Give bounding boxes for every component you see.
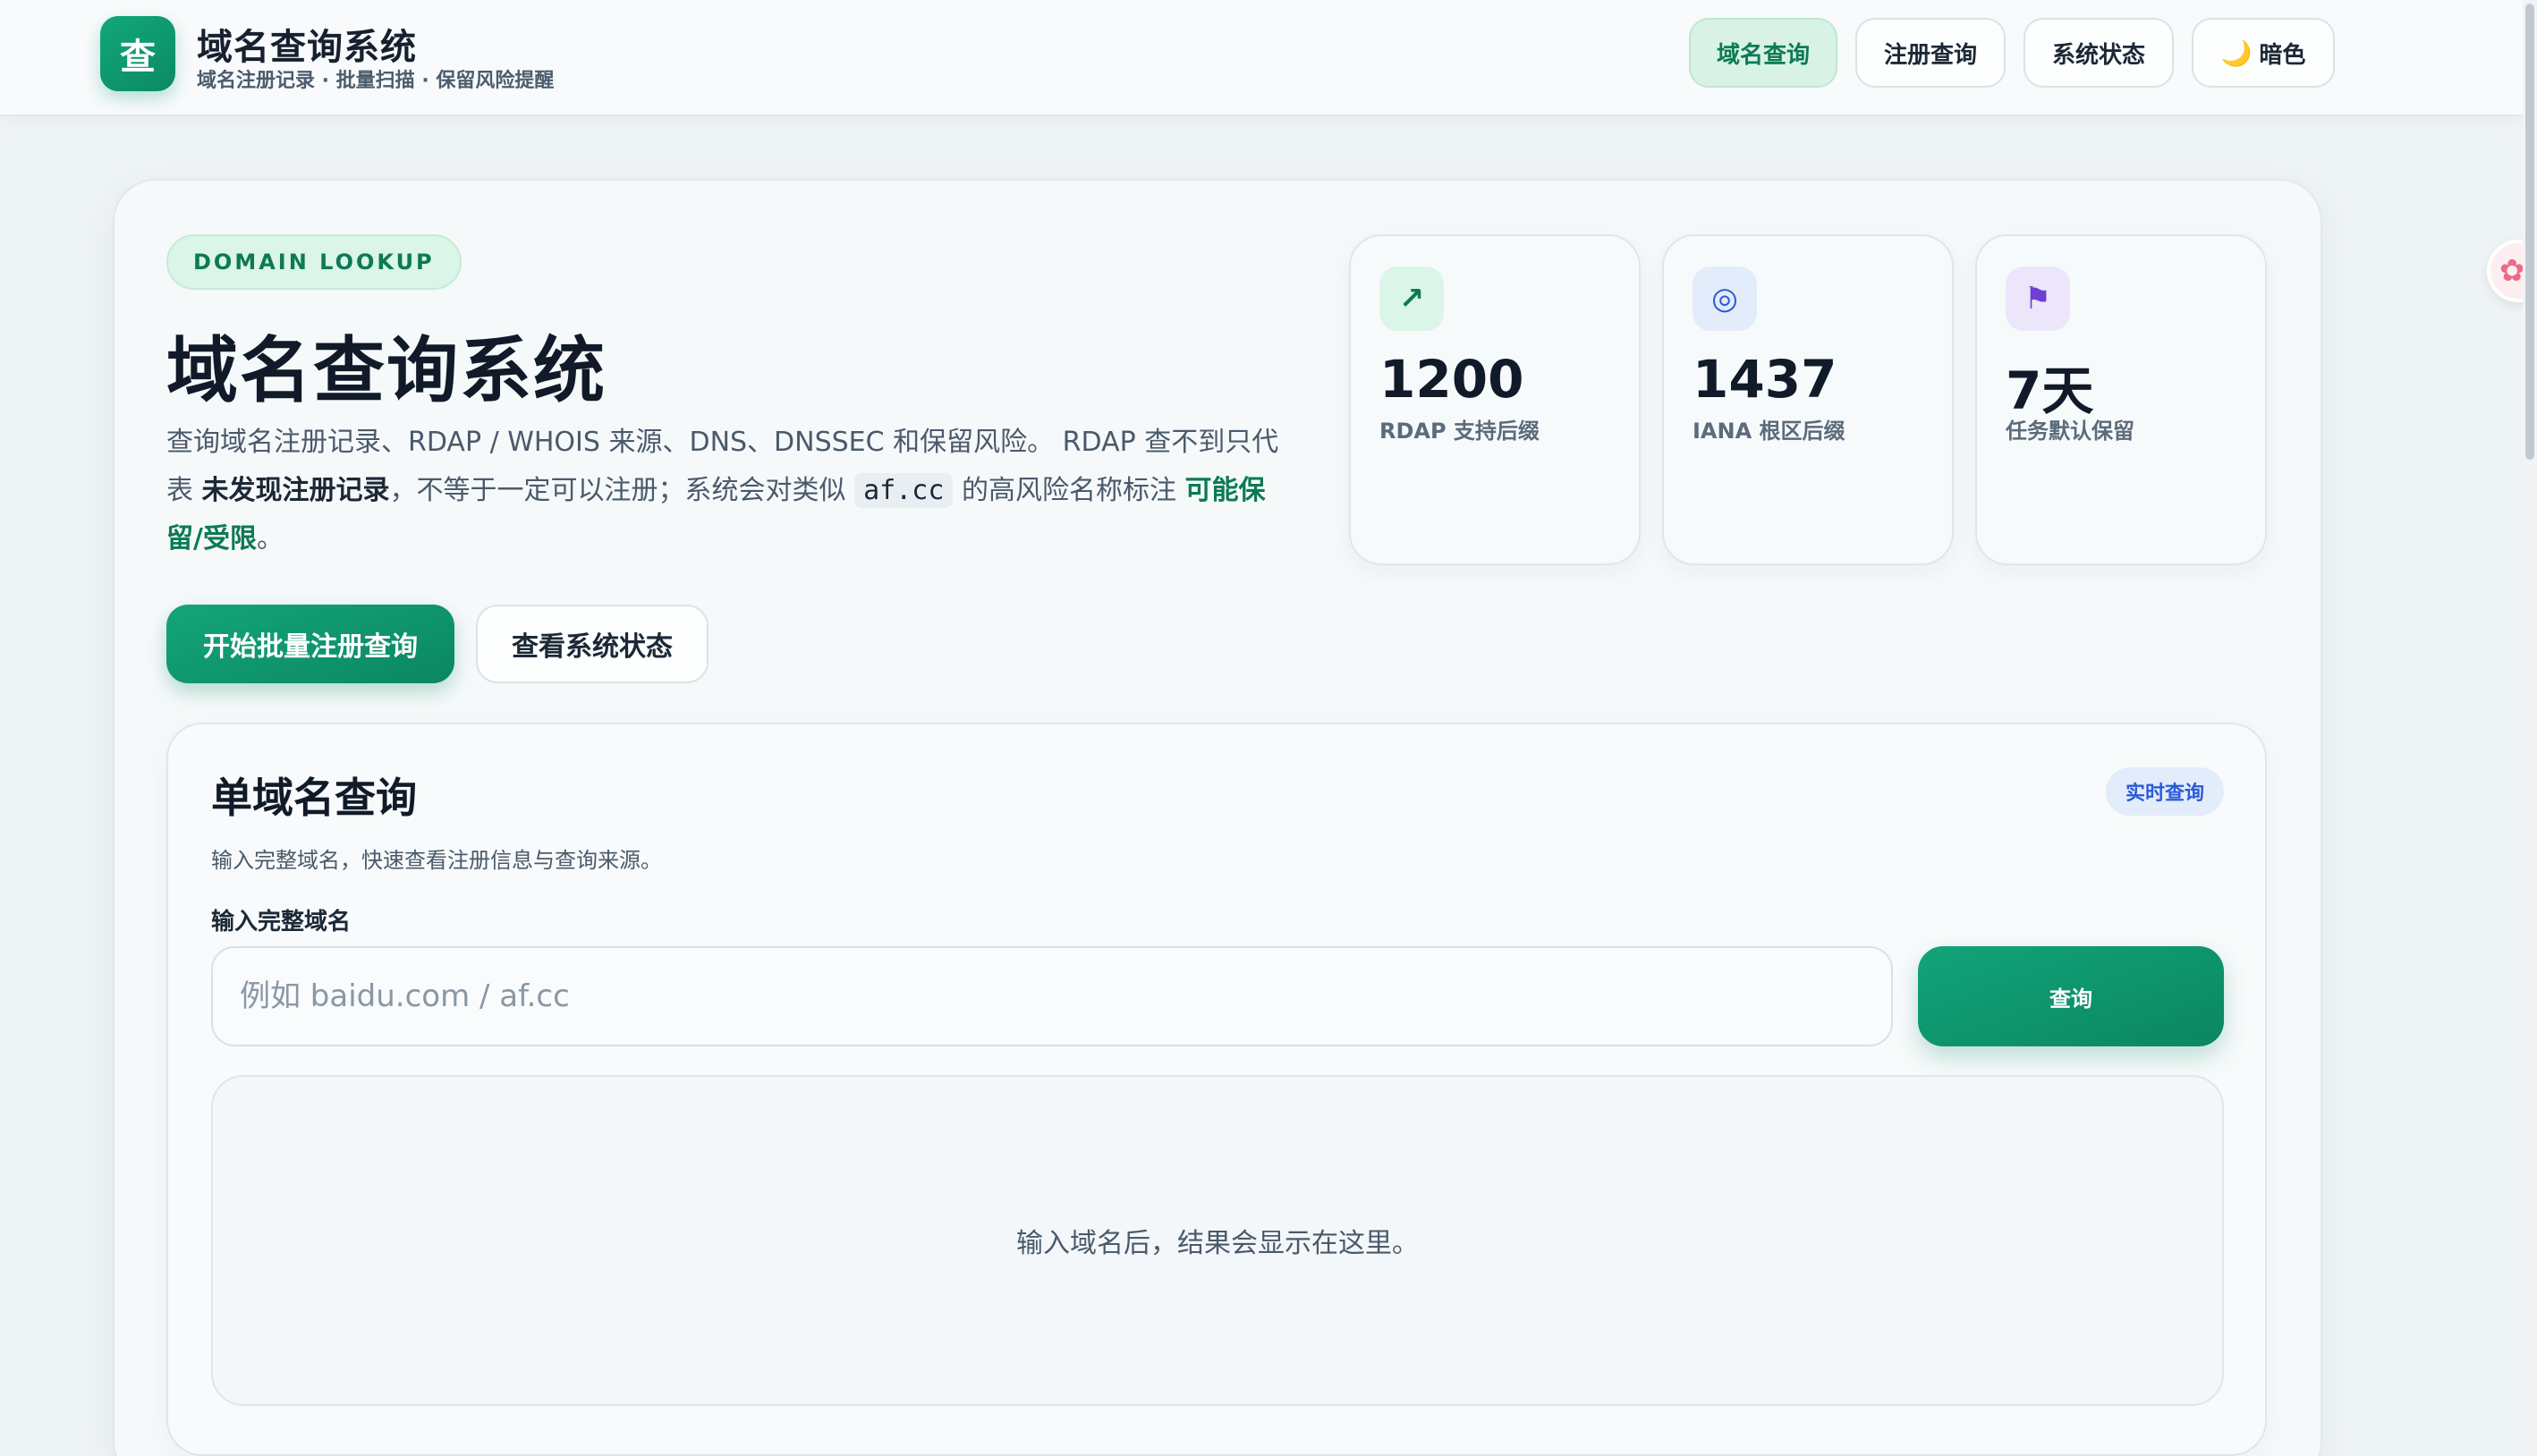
stat-label: 任务默认保留 (2006, 419, 2134, 444)
query-button[interactable]: 查询 (1918, 946, 2224, 1046)
top-bar: 查 域名查询系统 域名注册记录 · 批量扫描 · 保留风险提醒 域名查询 注册查… (0, 0, 2523, 116)
nav-label: 注册查询 (1883, 41, 1977, 69)
stat-label: IANA 根区后缀 (1693, 419, 1845, 444)
desc-code: af.cc (854, 473, 954, 508)
nav-label: 域名查询 (1716, 41, 1810, 69)
panel-title: 单域名查询 (211, 774, 417, 822)
domain-input[interactable] (211, 946, 1893, 1046)
desc-strong: 未发现注册记录 (201, 475, 390, 506)
stat-card-retention: ⚑ 7天 任务默认保留 (1975, 234, 2267, 565)
realtime-badge: 实时查询 (2106, 767, 2224, 816)
nav-label: 系统状态 (2051, 41, 2145, 69)
brand-title: 域名查询系统 (197, 27, 417, 68)
panel-description: 输入完整域名，快速查看注册信息与查询来源。 (211, 848, 662, 873)
stat-value: 1200 (1379, 349, 1524, 410)
nav-domain-lookup[interactable]: 域名查询 (1689, 18, 1837, 88)
stat-value: 1437 (1693, 349, 1837, 410)
desc-text: 。 (256, 523, 284, 554)
app-root: 查 域名查询系统 域名注册记录 · 批量扫描 · 保留风险提醒 域名查询 注册查… (0, 0, 2537, 1456)
scrollbar-thumb[interactable] (2525, 4, 2534, 460)
page-title: 域名查询系统 (166, 329, 607, 412)
domain-field-label: 输入完整域名 (211, 909, 352, 935)
domain-lookup-pill: DOMAIN LOOKUP (166, 234, 462, 290)
stat-card-rdap: ↗ 1200 RDAP 支持后缀 (1349, 234, 1641, 565)
view-status-button[interactable]: 查看系统状态 (476, 605, 708, 683)
moon-icon: 🌙 (2220, 38, 2253, 68)
nav-label: 暗色 (2259, 41, 2306, 69)
stat-card-iana: ◎ 1437 IANA 根区后缀 (1662, 234, 1954, 565)
nav-system-status[interactable]: 系统状态 (2024, 18, 2174, 88)
dark-mode-toggle[interactable]: 🌙 暗色 (2192, 18, 2335, 88)
brand-subtitle: 域名注册记录 · 批量扫描 · 保留风险提醒 (197, 70, 555, 92)
target-icon: ◎ (1693, 267, 1757, 331)
hero-description: 查询域名注册记录、RDAP / WHOIS 来源、DNS、DNSSEC 和保留风… (166, 419, 1294, 563)
desc-text: 的高风险名称标注 (953, 475, 1185, 506)
flag-icon: ⚑ (2006, 267, 2070, 331)
stat-label: RDAP 支持后缀 (1379, 419, 1540, 444)
result-area: 输入域名后，结果会显示在这里。 (211, 1075, 2224, 1406)
nav-registration-lookup[interactable]: 注册查询 (1855, 18, 2006, 88)
logo-icon[interactable]: 查 (100, 16, 175, 91)
start-batch-button[interactable]: 开始批量注册查询 (166, 605, 454, 683)
arrow-up-right-icon: ↗ (1379, 267, 1444, 331)
result-empty-message: 输入域名后，结果会显示在这里。 (1016, 1228, 1419, 1259)
desc-text: ，不等于一定可以注册；系统会对类似 (389, 475, 855, 506)
